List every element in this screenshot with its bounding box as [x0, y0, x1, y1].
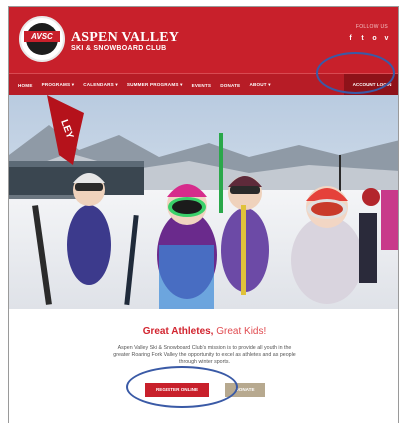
- follow-us-label: FOLLOW US: [355, 24, 388, 30]
- club-logo[interactable]: AVSC: [19, 16, 65, 62]
- vimeo-icon[interactable]: v: [383, 35, 390, 42]
- kids-skiing-photo: LEY: [9, 95, 398, 309]
- nav-calendars[interactable]: CALENDARS ▾: [83, 82, 118, 88]
- annotation-circle-register: [126, 366, 238, 408]
- nav-summer-programs[interactable]: SUMMER PROGRAMS ▾: [127, 82, 183, 88]
- nav-donate[interactable]: DONATE: [220, 83, 240, 88]
- nav-events[interactable]: EVENTS: [192, 83, 212, 88]
- tagline-part-1: Great Athletes,: [142, 326, 214, 337]
- nav-about[interactable]: ABOUT ▾: [249, 82, 270, 88]
- tagline-part-2: Great Kids!: [213, 326, 267, 337]
- tagline: Great Athletes, Great Kids!: [9, 326, 398, 337]
- nav-programs[interactable]: PROGRAMS ▾: [42, 82, 75, 88]
- brand-subtitle: SKI & SNOWBOARD CLUB: [71, 45, 167, 52]
- brand-name[interactable]: ASPEN VALLEY: [71, 30, 179, 46]
- mission-statement: Aspen Valley Ski & Snowboard Club's miss…: [113, 345, 296, 365]
- logo-text: AVSC: [24, 31, 60, 42]
- instagram-icon[interactable]: o: [371, 35, 378, 42]
- social-links: f t o v: [347, 35, 390, 42]
- hero-photo: LEY: [9, 95, 398, 309]
- facebook-icon[interactable]: f: [347, 35, 354, 42]
- nav-home[interactable]: HOME: [18, 83, 33, 88]
- annotation-circle-login: [316, 52, 395, 94]
- twitter-icon[interactable]: t: [359, 35, 366, 42]
